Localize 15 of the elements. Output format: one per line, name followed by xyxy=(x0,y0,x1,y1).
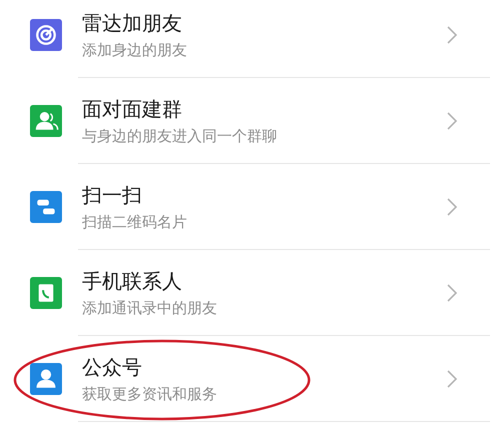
item-title[interactable]: 扫一扫 xyxy=(82,182,446,206)
item-subtitle: 添加身边的朋友 xyxy=(82,40,188,58)
chevron-icon xyxy=(446,368,458,388)
chevron-icon xyxy=(446,110,458,130)
chevron-icon xyxy=(446,282,458,302)
chevron-icon xyxy=(446,24,458,44)
item-title[interactable]: 手机联系人 xyxy=(82,268,446,292)
item-subtitle: 扫描二维码名片 xyxy=(82,212,188,230)
item-subtitle: 获取更多资讯和服务 xyxy=(82,384,218,402)
item-title[interactable]: 面对面建群 xyxy=(82,96,446,120)
item-title[interactable]: 雷达加朋友 xyxy=(82,10,446,34)
item-subtitle: 与身边的朋友进入同一个群聊 xyxy=(82,126,278,144)
chevron-icon xyxy=(446,196,458,216)
item-subtitle: 添加通讯录中的朋友 xyxy=(82,298,218,316)
item-title[interactable]: 公众号 xyxy=(82,354,446,378)
